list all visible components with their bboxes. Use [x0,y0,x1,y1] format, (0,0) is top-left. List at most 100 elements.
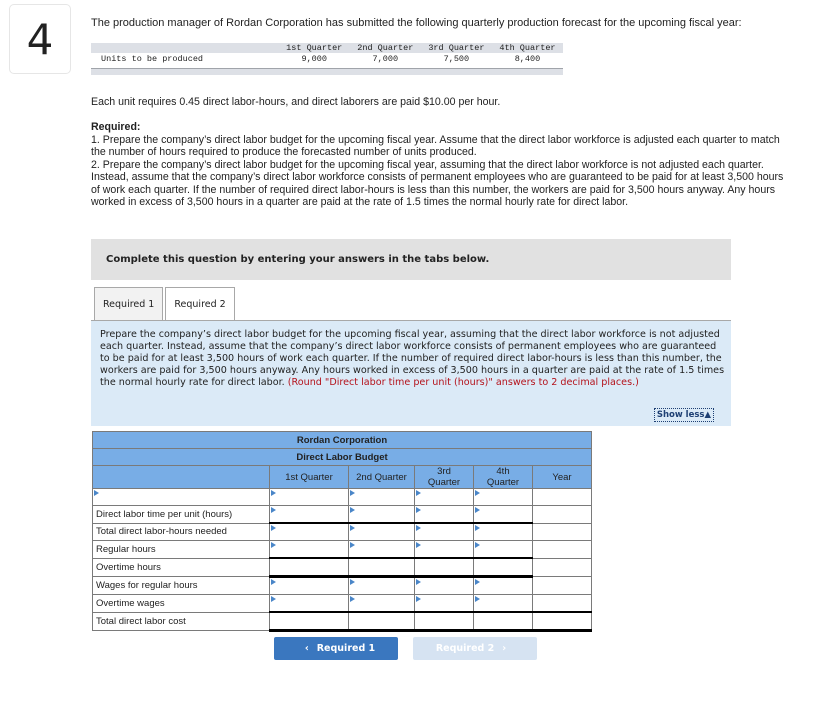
input-cell[interactable] [473,594,533,613]
budget-row-overtime-wages: Overtime wages [92,594,592,613]
row-label: Regular hours [92,540,270,559]
input-cell[interactable] [473,576,533,595]
dropdown-marker-icon [94,490,99,496]
budget-company: Rordan Corporation [92,431,592,449]
year-cell [532,594,592,613]
forecast-header-q2: 2nd Quarter [357,43,414,53]
input-marker-icon [271,596,276,602]
input-marker-icon [271,579,276,585]
input-cell[interactable] [269,576,349,595]
input-marker-icon [271,542,276,548]
input-cell[interactable] [414,594,474,613]
computed-cell [269,557,349,578]
question-number: 4 [9,4,71,74]
input-marker-icon [271,507,276,513]
budget-header-row: 1st Quarter 2nd Quarter 3rd Quarter 4th Qu… [92,465,592,489]
budget-title-row: Direct Labor Budget [92,448,592,466]
input-cell[interactable] [414,576,474,595]
forecast-value-q2: 7,000 [372,54,399,64]
col-header-q2: 2nd Quarter [348,465,415,489]
input-cell[interactable] [414,505,474,524]
input-marker-icon [475,542,480,548]
input-cell[interactable] [269,594,349,613]
budget-row-units [92,488,592,506]
input-cell[interactable] [348,522,415,541]
forecast-value-q3: 7,500 [443,54,470,64]
input-marker-icon [475,579,480,585]
input-cell[interactable] [269,505,349,524]
budget-title: Direct Labor Budget [92,448,592,466]
forecast-row-label: Units to be produced [101,54,204,64]
forecast-header: 1st Quarter 2nd Quarter 3rd Quarter 4th … [91,43,563,53]
input-marker-icon [350,525,355,531]
year-cell [532,505,592,524]
input-marker-icon [350,542,355,548]
input-marker-icon [350,507,355,513]
input-cell[interactable] [348,488,415,506]
required-2-text: 2. Prepare the company’s direct labor bu… [91,159,784,208]
input-cell[interactable] [348,594,415,613]
computed-cell [414,557,474,578]
col-header-year: Year [532,465,592,489]
budget-row-regular-wages: Wages for regular hours [92,576,592,595]
tab-required-1[interactable]: Required 1 [94,287,164,320]
computed-cell [348,611,415,632]
input-cell[interactable] [414,522,474,541]
input-marker-icon [475,525,480,531]
computed-cell [348,557,415,578]
input-cell[interactable] [269,488,349,506]
instructions-text: Complete this question by entering your … [106,254,490,265]
input-marker-icon [475,596,480,602]
input-cell[interactable] [348,576,415,595]
input-marker-icon [350,579,355,585]
year-cell [532,522,592,541]
triangle-up-icon: ▲ [704,410,711,420]
tab-prompt-panel: Prepare the company’s direct labor budge… [91,321,731,426]
forecast-header-q1: 1st Quarter [286,43,343,53]
input-cell[interactable] [473,540,533,559]
computed-cell [473,611,533,632]
input-cell[interactable] [473,488,533,506]
tab-bar: Required 1 Required 2 [94,287,235,320]
chevron-left-icon: ‹ [304,643,309,654]
intro-text: The production manager of Rordan Corpora… [91,17,742,29]
input-cell[interactable] [269,540,349,559]
next-required-2-button: Required 2 › [413,637,537,660]
budget-row-overtime-hours: Overtime hours [92,557,592,578]
direct-labor-budget-table: Rordan Corporation Direct Labor Budget 1… [92,431,592,632]
input-marker-icon [416,596,421,602]
tab-required-2[interactable]: Required 2 [165,287,235,320]
chevron-right-icon: › [502,643,507,654]
forecast-row: Units to be produced 9,000 7,000 7,500 8… [91,53,563,65]
input-marker-icon [350,596,355,602]
budget-row-regular-hours: Regular hours [92,540,592,559]
row-label: Total direct labor cost [92,611,270,631]
tab-prompt-text: Prepare the company’s direct labor budge… [100,329,725,388]
input-marker-icon [416,579,421,585]
input-cell[interactable] [473,522,533,541]
row-label: Overtime hours [92,557,270,577]
rounding-instruction: (Round "Direct labor time per unit (hour… [287,377,639,388]
instructions-banner: Complete this question by entering your … [91,239,731,280]
input-cell[interactable] [414,540,474,559]
required-1-text: 1. Prepare the company’s direct labor bu… [91,134,780,159]
forecast-value-q4: 8,400 [514,54,541,64]
col-header-q1: 1st Quarter [269,465,349,489]
input-cell[interactable] [348,505,415,524]
row-label: Direct labor time per unit (hours) [92,505,270,524]
input-cell[interactable] [473,505,533,524]
input-marker-icon [271,490,276,496]
input-cell[interactable] [348,540,415,559]
computed-cell [414,611,474,632]
input-marker-icon [475,507,480,513]
row-label-dropdown[interactable] [92,488,270,506]
year-cell [532,540,592,559]
forecast-header-q3: 3rd Quarter [428,43,485,53]
prev-required-1-button[interactable]: ‹ Required 1 [274,637,398,660]
input-cell[interactable] [269,522,349,541]
forecast-value-q1: 9,000 [301,54,327,64]
input-marker-icon [271,525,276,531]
input-cell[interactable] [414,488,474,506]
computed-cell [473,557,533,578]
show-less-button[interactable]: Show less▲ [653,408,714,422]
